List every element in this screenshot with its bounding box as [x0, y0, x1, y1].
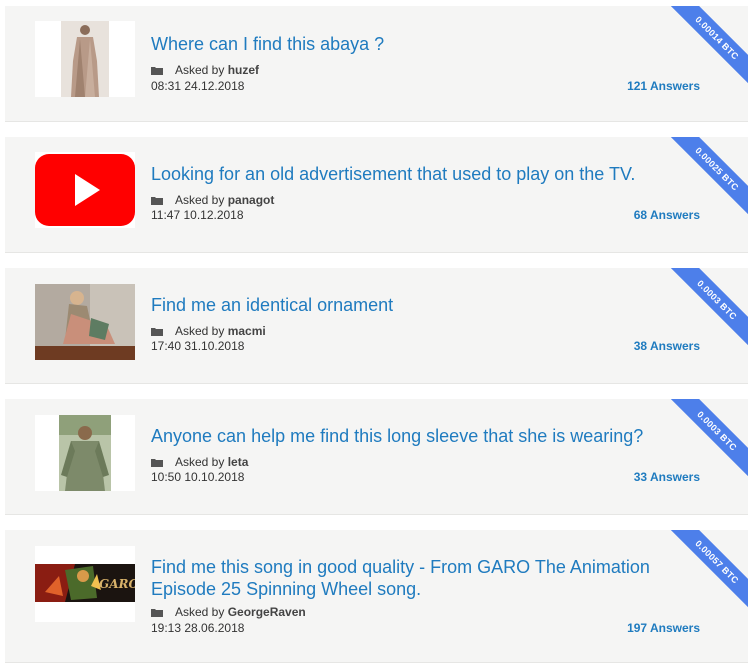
reward-amount: 0.00014 BTC: [663, 6, 748, 92]
reward-ribbon: 0.0003 BTC: [658, 399, 748, 489]
question-title[interactable]: Where can I find this abaya ?: [151, 33, 668, 55]
question-card[interactable]: Where can I find this abaya ? Asked by h…: [5, 6, 748, 122]
author-name[interactable]: huzef: [228, 63, 259, 77]
ornament-photo-icon: [35, 284, 135, 360]
reward-ribbon: 0.00014 BTC: [658, 6, 748, 96]
question-author: Asked by panagot: [151, 192, 274, 208]
author-name[interactable]: GeorgeRaven: [228, 605, 306, 619]
question-date: 17:40 31.10.2018: [151, 339, 245, 353]
folder-icon: [151, 67, 163, 75]
reward-amount: 0.0003 BTC: [663, 268, 748, 354]
reward-ribbon: 0.00057 BTC: [658, 530, 748, 620]
folder-icon: [151, 609, 163, 617]
question-title[interactable]: Find me an identical ornament: [151, 294, 668, 316]
question-author: Asked by GeorgeRaven: [151, 604, 306, 620]
question-thumbnail-abaya[interactable]: [35, 21, 135, 97]
garo-anime-banner-icon: GARO: [35, 546, 135, 622]
author-name[interactable]: leta: [228, 455, 249, 469]
question-date: 08:31 24.12.2018: [151, 79, 245, 93]
asked-by-label: Asked by: [175, 193, 225, 207]
question-title[interactable]: Looking for an old advertisement that us…: [151, 163, 668, 185]
question-thumbnail-garo[interactable]: GARO: [35, 546, 135, 622]
question-author: Asked by leta: [151, 454, 248, 470]
question-thumbnail-ornament[interactable]: [35, 284, 135, 360]
folder-icon: [151, 459, 163, 467]
author-name[interactable]: macmi: [228, 324, 266, 338]
question-thumbnail-long-sleeve[interactable]: [35, 415, 135, 491]
question-card[interactable]: Anyone can help me find this long sleeve…: [5, 399, 748, 515]
question-card[interactable]: Looking for an old advertisement that us…: [5, 137, 748, 253]
asked-by-label: Asked by: [175, 324, 225, 338]
question-card[interactable]: Find me an identical ornament Asked by m…: [5, 268, 748, 384]
answers-count-link[interactable]: 197 Answers: [627, 621, 700, 635]
reward-ribbon: 0.00025 BTC: [658, 137, 748, 227]
youtube-logo-icon: [35, 154, 135, 226]
abaya-photo-icon: [61, 21, 109, 97]
reward-amount: 0.0003 BTC: [663, 399, 748, 485]
folder-icon: [151, 197, 163, 205]
reward-amount: 0.00057 BTC: [663, 530, 748, 616]
asked-by-label: Asked by: [175, 455, 225, 469]
question-title[interactable]: Anyone can help me find this long sleeve…: [151, 425, 668, 447]
question-thumbnail-youtube[interactable]: [35, 152, 135, 228]
question-date: 10:50 10.10.2018: [151, 470, 245, 484]
question-author: Asked by huzef: [151, 62, 259, 78]
reward-ribbon: 0.0003 BTC: [658, 268, 748, 358]
author-name[interactable]: panagot: [228, 193, 275, 207]
question-author: Asked by macmi: [151, 323, 266, 339]
question-date: 19:13 28.06.2018: [151, 621, 245, 635]
asked-by-label: Asked by: [175, 605, 225, 619]
reward-amount: 0.00025 BTC: [663, 137, 748, 223]
question-title[interactable]: Find me this song in good quality - From…: [151, 556, 668, 600]
folder-icon: [151, 328, 163, 336]
asked-by-label: Asked by: [175, 63, 225, 77]
question-date: 11:47 10.12.2018: [151, 208, 244, 222]
long-sleeve-photo-icon: [59, 415, 111, 491]
garo-logo-text: GARO: [99, 577, 135, 591]
question-card[interactable]: GARO Find me this song in good quality -…: [5, 530, 748, 663]
